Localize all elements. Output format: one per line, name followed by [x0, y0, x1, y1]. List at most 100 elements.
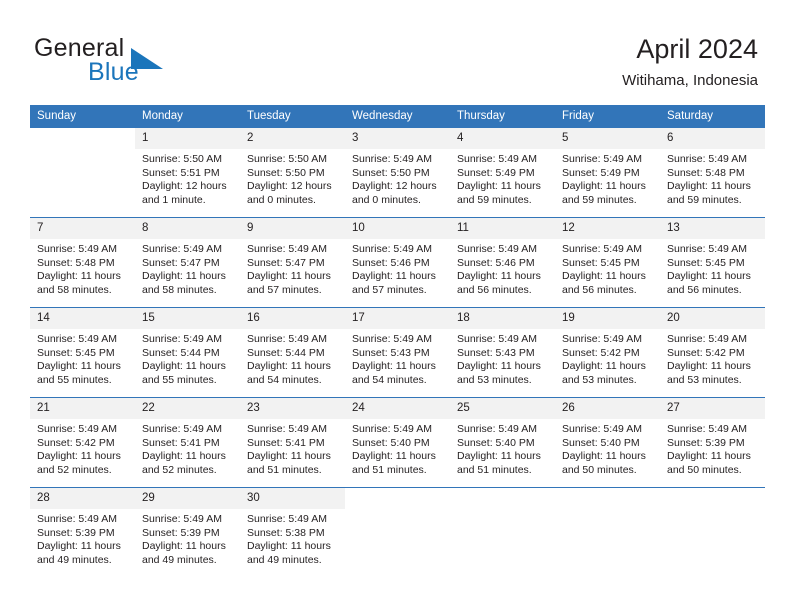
calendar-cell[interactable]: 18 Sunrise: 5:49 AM Sunset: 5:43 PM Dayligh…	[450, 307, 555, 398]
calendar-cell[interactable]: 17 Sunrise: 5:49 AM Sunset: 5:43 PM Dayligh…	[345, 307, 450, 398]
day-cell[interactable]	[345, 488, 450, 577]
calendar-cell[interactable]: 13 Sunrise: 5:49 AM Sunset: 5:45 PM Dayligh…	[660, 217, 765, 308]
daylight-text: Daylight: 11 hours and 53 minutes.	[562, 360, 646, 386]
sunrise-text: Sunrise: 5:49 AM	[352, 423, 432, 435]
column-header-wednesday: Wednesday	[345, 105, 450, 128]
day-cell[interactable]: 22 Sunrise: 5:49 AM Sunset: 5:41 PM Dayligh…	[135, 398, 240, 487]
sunset-text: Sunset: 5:40 PM	[457, 436, 535, 449]
calendar-cell[interactable]: 26 Sunrise: 5:49 AM Sunset: 5:40 PM Dayligh…	[555, 397, 660, 488]
calendar-cell[interactable]	[30, 128, 135, 218]
day-details: Sunrise: 5:49 AM Sunset: 5:39 PM Daylight:…	[660, 419, 765, 477]
calendar-cell[interactable]	[345, 487, 450, 577]
day-cell[interactable]: 18 Sunrise: 5:49 AM Sunset: 5:43 PM Dayligh…	[450, 308, 555, 397]
calendar-cell[interactable]: 27 Sunrise: 5:49 AM Sunset: 5:39 PM Dayligh…	[660, 397, 765, 488]
day-cell[interactable]: 1 Sunrise: 5:50 AM Sunset: 5:51 PM Daylight…	[135, 128, 240, 217]
calendar-cell[interactable]	[450, 487, 555, 577]
calendar-cell[interactable]: 28 Sunrise: 5:49 AM Sunset: 5:39 PM Dayligh…	[30, 487, 135, 577]
day-cell[interactable]	[450, 488, 555, 577]
day-cell[interactable]: 30 Sunrise: 5:49 AM Sunset: 5:38 PM Dayligh…	[240, 488, 345, 577]
day-cell[interactable]: 8 Sunrise: 5:49 AM Sunset: 5:47 PM Daylight…	[135, 218, 240, 307]
calendar-cell[interactable]: 9 Sunrise: 5:49 AM Sunset: 5:47 PM Daylight…	[240, 217, 345, 308]
calendar-cell[interactable]: 22 Sunrise: 5:49 AM Sunset: 5:41 PM Dayligh…	[135, 397, 240, 488]
day-cell[interactable]: 19 Sunrise: 5:49 AM Sunset: 5:42 PM Dayligh…	[555, 308, 660, 397]
calendar-cell[interactable]: 11 Sunrise: 5:49 AM Sunset: 5:46 PM Dayligh…	[450, 217, 555, 308]
day-cell[interactable]: 12 Sunrise: 5:49 AM Sunset: 5:45 PM Dayligh…	[555, 218, 660, 307]
day-number: 2	[240, 128, 345, 149]
calendar-cell[interactable]: 8 Sunrise: 5:49 AM Sunset: 5:47 PM Daylight…	[135, 217, 240, 308]
day-number: 16	[240, 308, 345, 329]
day-cell[interactable]: 6 Sunrise: 5:49 AM Sunset: 5:48 PM Daylight…	[660, 128, 765, 217]
day-cell[interactable]: 10 Sunrise: 5:49 AM Sunset: 5:46 PM Dayligh…	[345, 218, 450, 307]
day-cell[interactable]: 24 Sunrise: 5:49 AM Sunset: 5:40 PM Dayligh…	[345, 398, 450, 487]
calendar-cell[interactable]: 30 Sunrise: 5:49 AM Sunset: 5:38 PM Dayligh…	[240, 487, 345, 577]
calendar-cell[interactable]: 3 Sunrise: 5:49 AM Sunset: 5:50 PM Daylight…	[345, 128, 450, 218]
day-cell[interactable]: 14 Sunrise: 5:49 AM Sunset: 5:45 PM Dayligh…	[30, 308, 135, 397]
day-cell[interactable]	[30, 128, 135, 217]
calendar-cell[interactable]: 19 Sunrise: 5:49 AM Sunset: 5:42 PM Dayligh…	[555, 307, 660, 398]
calendar-cell[interactable]	[555, 487, 660, 577]
day-details: Sunrise: 5:49 AM Sunset: 5:42 PM Daylight:…	[30, 419, 135, 477]
daylight-text: Daylight: 11 hours and 49 minutes.	[247, 540, 331, 566]
day-cell[interactable]: 9 Sunrise: 5:49 AM Sunset: 5:47 PM Daylight…	[240, 218, 345, 307]
calendar-cell[interactable]: 10 Sunrise: 5:49 AM Sunset: 5:46 PM Dayligh…	[345, 217, 450, 308]
calendar-cell[interactable]: 23 Sunrise: 5:49 AM Sunset: 5:41 PM Dayligh…	[240, 397, 345, 488]
day-cell[interactable]: 13 Sunrise: 5:49 AM Sunset: 5:45 PM Dayligh…	[660, 218, 765, 307]
day-cell[interactable]: 2 Sunrise: 5:50 AM Sunset: 5:50 PM Daylight…	[240, 128, 345, 217]
day-cell[interactable]: 23 Sunrise: 5:49 AM Sunset: 5:41 PM Dayligh…	[240, 398, 345, 487]
day-cell[interactable]: 11 Sunrise: 5:49 AM Sunset: 5:46 PM Dayligh…	[450, 218, 555, 307]
calendar-week-row: 21 Sunrise: 5:49 AM Sunset: 5:42 PM Dayligh…	[30, 397, 765, 488]
daylight-text: Daylight: 11 hours and 53 minutes.	[457, 360, 541, 386]
sunrise-text: Sunrise: 5:49 AM	[142, 513, 222, 525]
sunset-text: Sunset: 5:48 PM	[667, 166, 745, 179]
day-number: 8	[135, 218, 240, 239]
brand-logo[interactable]: General Blue	[34, 34, 294, 90]
calendar-container: Sunday Monday Tuesday Wednesday Thursday Frid…	[30, 105, 765, 577]
calendar-cell[interactable]: 14 Sunrise: 5:49 AM Sunset: 5:45 PM Dayligh…	[30, 307, 135, 398]
calendar-cell[interactable]: 20 Sunrise: 5:49 AM Sunset: 5:42 PM Dayligh…	[660, 307, 765, 398]
calendar-cell[interactable]: 6 Sunrise: 5:49 AM Sunset: 5:48 PM Daylight…	[660, 128, 765, 218]
sunrise-text: Sunrise: 5:49 AM	[562, 423, 642, 435]
calendar-cell[interactable]: 4 Sunrise: 5:49 AM Sunset: 5:49 PM Daylight…	[450, 128, 555, 218]
sunrise-text: Sunrise: 5:49 AM	[352, 333, 432, 345]
sunrise-text: Sunrise: 5:49 AM	[667, 423, 747, 435]
day-number: 22	[135, 398, 240, 419]
day-cell[interactable]: 4 Sunrise: 5:49 AM Sunset: 5:49 PM Daylight…	[450, 128, 555, 217]
day-cell[interactable]	[660, 488, 765, 577]
column-header-tuesday: Tuesday	[240, 105, 345, 128]
day-cell[interactable]: 27 Sunrise: 5:49 AM Sunset: 5:39 PM Dayligh…	[660, 398, 765, 487]
sunset-text: Sunset: 5:42 PM	[667, 346, 745, 359]
calendar-cell[interactable]: 5 Sunrise: 5:49 AM Sunset: 5:49 PM Daylight…	[555, 128, 660, 218]
calendar-cell[interactable]: 1 Sunrise: 5:50 AM Sunset: 5:51 PM Daylight…	[135, 128, 240, 218]
calendar-cell[interactable]: 25 Sunrise: 5:49 AM Sunset: 5:40 PM Dayligh…	[450, 397, 555, 488]
sunrise-text: Sunrise: 5:49 AM	[457, 153, 537, 165]
day-cell[interactable]: 29 Sunrise: 5:49 AM Sunset: 5:39 PM Dayligh…	[135, 488, 240, 577]
day-cell[interactable]: 7 Sunrise: 5:49 AM Sunset: 5:48 PM Daylight…	[30, 218, 135, 307]
daylight-text: Daylight: 11 hours and 51 minutes.	[457, 450, 541, 476]
calendar-cell[interactable]	[660, 487, 765, 577]
day-cell[interactable]: 25 Sunrise: 5:49 AM Sunset: 5:40 PM Dayligh…	[450, 398, 555, 487]
sunset-text: Sunset: 5:51 PM	[142, 166, 220, 179]
day-cell[interactable]: 5 Sunrise: 5:49 AM Sunset: 5:49 PM Daylight…	[555, 128, 660, 217]
calendar-cell[interactable]: 2 Sunrise: 5:50 AM Sunset: 5:50 PM Daylight…	[240, 128, 345, 218]
calendar-cell[interactable]: 16 Sunrise: 5:49 AM Sunset: 5:44 PM Dayligh…	[240, 307, 345, 398]
sunset-text: Sunset: 5:47 PM	[142, 256, 220, 269]
calendar-cell[interactable]: 24 Sunrise: 5:49 AM Sunset: 5:40 PM Dayligh…	[345, 397, 450, 488]
calendar-cell[interactable]: 29 Sunrise: 5:49 AM Sunset: 5:39 PM Dayligh…	[135, 487, 240, 577]
day-cell[interactable]: 17 Sunrise: 5:49 AM Sunset: 5:43 PM Dayligh…	[345, 308, 450, 397]
sunset-text: Sunset: 5:42 PM	[562, 346, 640, 359]
day-cell[interactable]: 15 Sunrise: 5:49 AM Sunset: 5:44 PM Dayligh…	[135, 308, 240, 397]
calendar-cell[interactable]: 15 Sunrise: 5:49 AM Sunset: 5:44 PM Dayligh…	[135, 307, 240, 398]
day-cell[interactable]: 28 Sunrise: 5:49 AM Sunset: 5:39 PM Dayligh…	[30, 488, 135, 577]
calendar-cell[interactable]: 7 Sunrise: 5:49 AM Sunset: 5:48 PM Daylight…	[30, 217, 135, 308]
sunset-text: Sunset: 5:49 PM	[562, 166, 640, 179]
day-number: 11	[450, 218, 555, 239]
day-cell[interactable]: 26 Sunrise: 5:49 AM Sunset: 5:40 PM Dayligh…	[555, 398, 660, 487]
day-cell[interactable]: 21 Sunrise: 5:49 AM Sunset: 5:42 PM Dayligh…	[30, 398, 135, 487]
calendar-cell[interactable]: 12 Sunrise: 5:49 AM Sunset: 5:45 PM Dayligh…	[555, 217, 660, 308]
day-cell[interactable]: 20 Sunrise: 5:49 AM Sunset: 5:42 PM Dayligh…	[660, 308, 765, 397]
day-cell[interactable]	[555, 488, 660, 577]
day-details: Sunrise: 5:49 AM Sunset: 5:46 PM Daylight:…	[345, 239, 450, 297]
calendar-cell[interactable]: 21 Sunrise: 5:49 AM Sunset: 5:42 PM Dayligh…	[30, 397, 135, 488]
day-cell[interactable]: 16 Sunrise: 5:49 AM Sunset: 5:44 PM Dayligh…	[240, 308, 345, 397]
day-cell[interactable]: 3 Sunrise: 5:49 AM Sunset: 5:50 PM Daylight…	[345, 128, 450, 217]
